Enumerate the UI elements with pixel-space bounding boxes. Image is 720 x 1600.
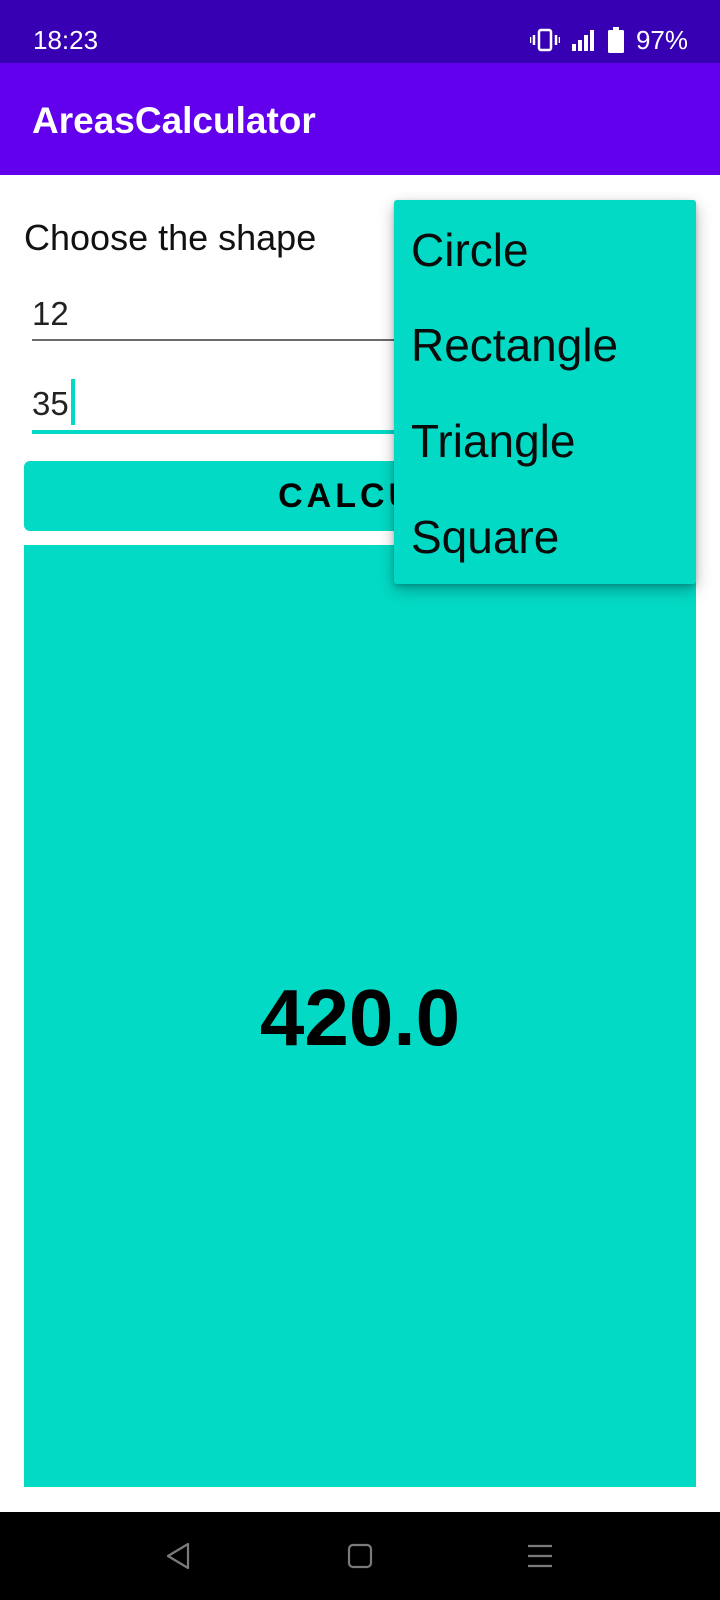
navigation-bar [0, 1512, 720, 1600]
dropdown-item-rectangle[interactable]: Rectangle [411, 317, 618, 373]
screen: 18:23 97% AreasCalculator Choose the sha… [0, 0, 720, 1600]
text-cursor [71, 379, 75, 425]
status-time: 18:23 [33, 25, 99, 55]
status-bar: 18:23 97% [0, 0, 720, 63]
result-panel: 420.0 [24, 545, 696, 1487]
choose-shape-label: Choose the shape [24, 217, 317, 258]
battery-icon [607, 27, 624, 53]
app-bar: AreasCalculator [0, 63, 720, 175]
signal-icon [571, 29, 596, 51]
result-value: 420.0 [259, 973, 461, 1062]
battery-percent: 97% [635, 25, 688, 55]
dropdown-item-circle[interactable]: Circle [411, 222, 529, 278]
home-icon[interactable] [338, 1534, 382, 1578]
menu-icon[interactable] [518, 1534, 562, 1578]
status-icons: 97% [529, 24, 688, 56]
shape-dropdown-menu: Circle Rectangle Triangle Square [394, 200, 696, 584]
dropdown-item-triangle[interactable]: Triangle [411, 413, 575, 469]
dropdown-item-square[interactable]: Square [411, 509, 559, 565]
app-title: AreasCalculator [32, 100, 316, 141]
back-icon[interactable] [156, 1534, 200, 1578]
vibrate-icon [529, 28, 560, 52]
